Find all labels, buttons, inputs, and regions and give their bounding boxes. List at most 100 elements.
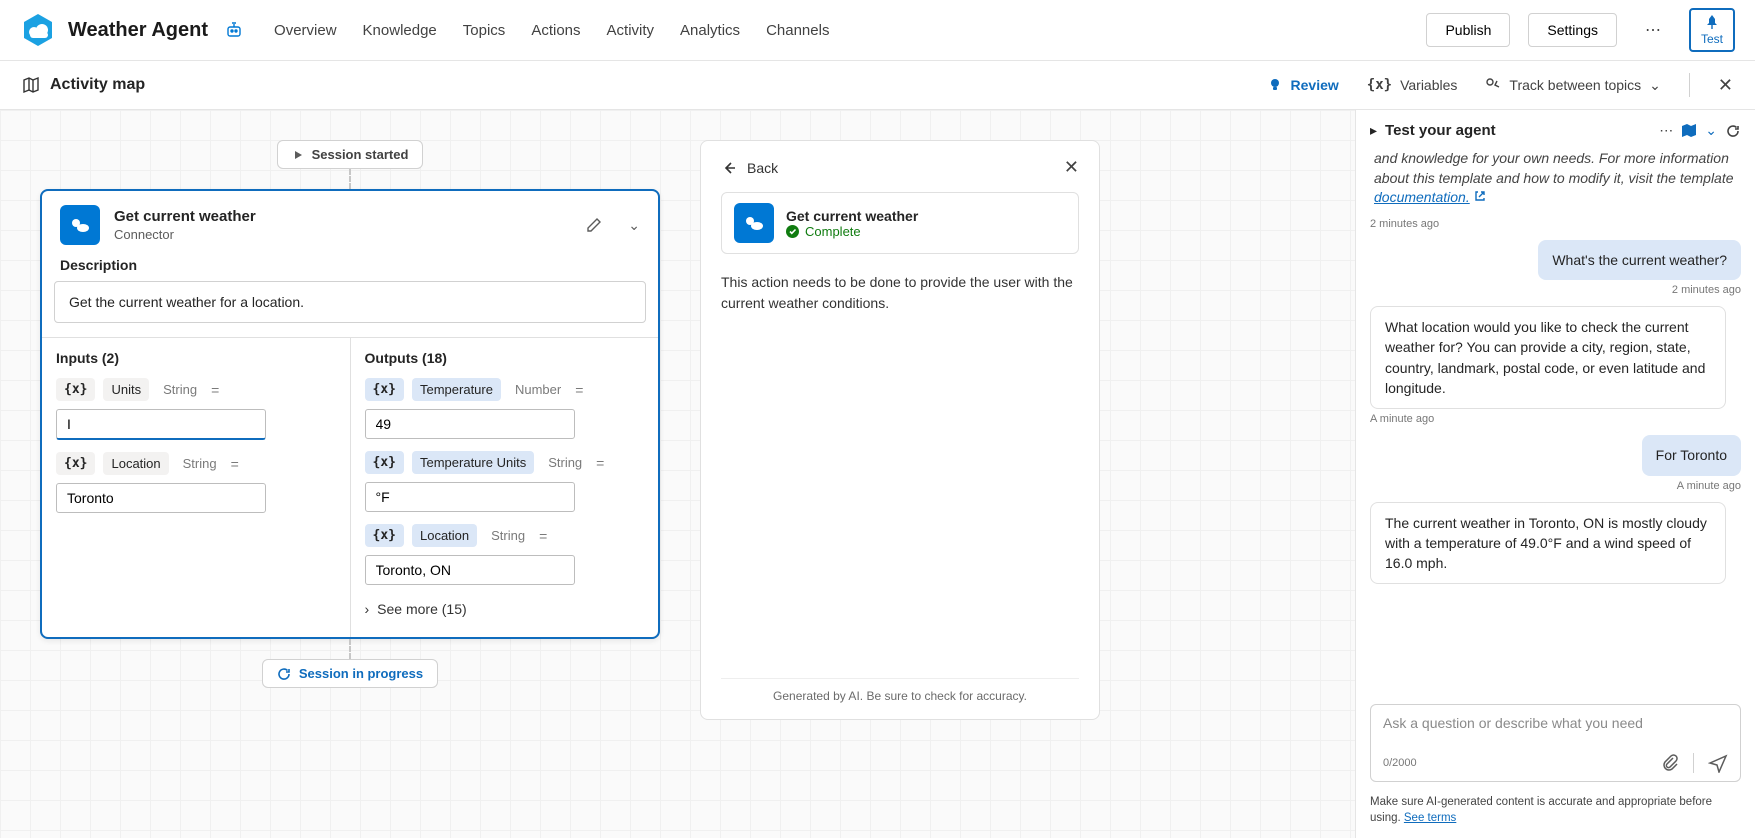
weather-icon [734, 203, 774, 243]
nav-tabs: Overview Knowledge Topics Actions Activi… [274, 14, 829, 47]
node-title: Get current weather [114, 208, 256, 225]
chat-input-field[interactable]: Ask a question or describe what you need [1383, 715, 1728, 737]
detail-body: This action needs to be done to provide … [721, 272, 1079, 314]
review-link[interactable]: Review [1267, 77, 1339, 93]
char-count: 0/2000 [1383, 757, 1417, 769]
test-button[interactable]: Test [1689, 8, 1735, 52]
nav-tab-activity[interactable]: Activity [607, 14, 655, 47]
chat-scroll[interactable]: and knowledge for your own needs. For mo… [1356, 149, 1755, 696]
nav-tab-knowledge[interactable]: Knowledge [363, 14, 437, 47]
nav-tab-overview[interactable]: Overview [274, 14, 337, 47]
connector-node[interactable]: Get current weather Connector ⌄ Descript… [40, 189, 660, 639]
user-message: What's the current weather? [1538, 240, 1741, 280]
input-location-value[interactable] [56, 483, 266, 513]
variable-icon: {x} [365, 524, 404, 547]
timestamp: A minute ago [1370, 480, 1741, 492]
main: Session started Get current weather Conn… [0, 110, 1755, 838]
external-link-icon [1474, 189, 1486, 205]
nav-tab-channels[interactable]: Channels [766, 14, 829, 47]
timestamp: A minute ago [1370, 413, 1741, 425]
agent-icon [224, 20, 244, 40]
detail-footer: Generated by AI. Be sure to check for ac… [721, 678, 1079, 703]
user-message: For Toronto [1642, 435, 1741, 475]
track-topics-link[interactable]: Track between topics ⌄ [1485, 77, 1661, 94]
app-title: Weather Agent [68, 19, 208, 42]
map-icon[interactable] [1681, 123, 1697, 139]
variable-icon: {x} [56, 452, 95, 475]
node-subtitle: Connector [114, 227, 256, 242]
chevron-right-icon[interactable]: ▸ [1370, 122, 1377, 139]
publish-button[interactable]: Publish [1426, 13, 1510, 47]
variable-icon: {x} [365, 451, 404, 474]
subheader: Activity map Review {x} Variables Track … [0, 61, 1755, 110]
session-progress-pill: Session in progress [262, 659, 438, 688]
nav-tab-analytics[interactable]: Analytics [680, 14, 740, 47]
detail-card: Get current weather Complete [721, 192, 1079, 254]
bot-message: What location would you like to check th… [1370, 306, 1726, 409]
test-panel-header: ▸ Test your agent ⋯ ⌄ [1356, 110, 1755, 149]
activity-map-heading: Activity map [22, 76, 145, 94]
top-nav: Weather Agent Overview Knowledge Topics … [0, 0, 1755, 61]
map-icon [22, 76, 40, 94]
intro-message: and knowledge for your own needs. For mo… [1370, 149, 1741, 214]
test-panel: ▸ Test your agent ⋯ ⌄ and knowledge for … [1355, 110, 1755, 838]
nav-tab-actions[interactable]: Actions [531, 14, 580, 47]
outputs-column: Outputs (18) {x} Temperature Number = {x… [350, 338, 659, 637]
app-logo-icon [20, 12, 56, 48]
output-location-value[interactable] [365, 555, 575, 585]
chat-input[interactable]: Ask a question or describe what you need… [1370, 704, 1741, 782]
refresh-icon [277, 667, 291, 681]
weather-icon [60, 205, 100, 245]
status-complete: Complete [786, 224, 918, 239]
attachment-icon[interactable] [1661, 753, 1679, 773]
chevron-down-icon[interactable]: ⌄ [628, 217, 640, 234]
io-grid: Inputs (2) {x} Units String = {x} Locati… [42, 337, 658, 637]
node-header: Get current weather Connector ⌄ [42, 191, 658, 253]
timestamp: 2 minutes ago [1370, 218, 1741, 230]
more-icon[interactable]: ⋯ [1635, 14, 1671, 46]
description-value: Get the current weather for a location. [54, 281, 646, 323]
check-circle-icon [786, 225, 799, 238]
output-row-location: {x} Location String = [365, 524, 645, 547]
lightbulb-icon [1267, 77, 1283, 93]
canvas[interactable]: Session started Get current weather Conn… [0, 110, 1355, 838]
chevron-down-icon[interactable]: ⌄ [1705, 122, 1717, 139]
app-logo: Weather Agent [20, 12, 244, 48]
output-temperature-units-value[interactable] [365, 482, 575, 512]
description-label: Description [42, 253, 658, 281]
variables-link[interactable]: {x} Variables [1367, 77, 1458, 93]
close-icon[interactable]: ✕ [1064, 157, 1079, 178]
variable-icon: {x} [1367, 77, 1392, 93]
output-row-temperature-units: {x} Temperature Units String = [365, 451, 645, 474]
input-row-units: {x} Units String = [56, 378, 336, 401]
bot-message: The current weather in Toronto, ON is mo… [1370, 502, 1726, 585]
track-icon [1485, 77, 1501, 93]
disclaimer: Make sure AI-generated content is accura… [1356, 790, 1755, 838]
settings-button[interactable]: Settings [1528, 13, 1617, 47]
back-button[interactable]: Back [721, 160, 778, 176]
flow-column: Session started Get current weather Conn… [40, 140, 660, 688]
see-terms-link[interactable]: See terms [1404, 812, 1456, 824]
input-units-value[interactable] [56, 409, 266, 440]
output-temperature-value[interactable] [365, 409, 575, 439]
more-icon[interactable]: ⋯ [1659, 122, 1673, 139]
chevron-right-icon: › [365, 601, 370, 617]
variable-icon: {x} [365, 378, 404, 401]
documentation-link[interactable]: documentation. [1374, 189, 1470, 205]
session-started-pill: Session started [277, 140, 424, 169]
refresh-icon[interactable] [1725, 123, 1741, 139]
pin-icon [1704, 14, 1720, 30]
edit-icon[interactable] [586, 217, 602, 233]
see-more-link[interactable]: › See more (15) [365, 601, 645, 617]
detail-title: Get current weather [786, 208, 918, 224]
arrow-left-icon [721, 160, 737, 176]
send-icon[interactable] [1708, 753, 1728, 773]
input-row-location: {x} Location String = [56, 452, 336, 475]
close-icon[interactable]: ✕ [1718, 75, 1733, 96]
play-icon [292, 149, 304, 161]
details-panel: Back ✕ Get current weather Complete [700, 140, 1100, 720]
output-row-temperature: {x} Temperature Number = [365, 378, 645, 401]
variable-icon: {x} [56, 378, 95, 401]
nav-tab-topics[interactable]: Topics [463, 14, 506, 47]
timestamp: 2 minutes ago [1370, 284, 1741, 296]
